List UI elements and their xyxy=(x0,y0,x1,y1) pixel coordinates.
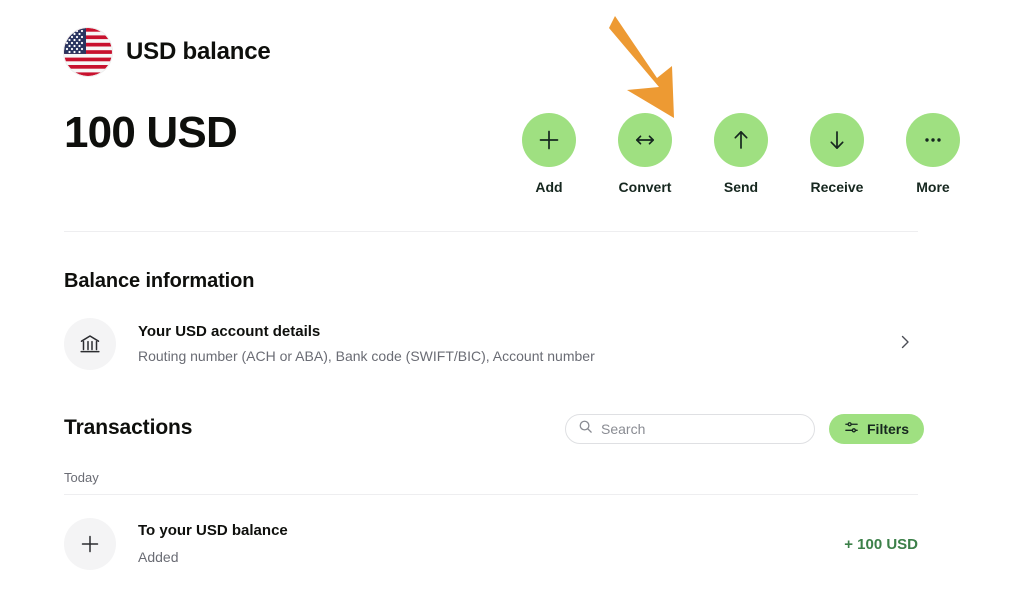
left-right-arrow-icon xyxy=(618,113,672,167)
sliders-icon xyxy=(844,420,859,438)
transaction-text: To your USD balance Added xyxy=(138,520,844,568)
filters-button[interactable]: Filters xyxy=(829,414,924,444)
ellipsis-icon xyxy=(906,113,960,167)
transaction-title: To your USD balance xyxy=(138,520,844,543)
action-add-label: Add xyxy=(535,179,562,195)
action-more[interactable]: More xyxy=(900,113,966,195)
action-more-label: More xyxy=(916,179,949,195)
action-receive[interactable]: Receive xyxy=(804,113,870,195)
search-box[interactable] xyxy=(565,414,815,444)
balance-amount: 100 USD xyxy=(64,108,237,159)
transaction-amount: + 100 USD xyxy=(844,536,918,553)
action-buttons: Add Convert Send xyxy=(516,113,966,195)
plus-icon xyxy=(522,113,576,167)
transaction-day-label: Today xyxy=(64,470,99,485)
usd-balance-page: USD balance 100 USD Add Convert xyxy=(0,0,1024,607)
table-row[interactable]: To your USD balance Added + 100 USD xyxy=(64,518,918,570)
arrow-up-icon xyxy=(714,113,768,167)
action-send[interactable]: Send xyxy=(708,113,774,195)
search-input[interactable] xyxy=(601,421,802,437)
plus-icon xyxy=(64,518,116,570)
divider-transactions xyxy=(64,494,918,495)
account-details-text: Your USD account details Routing number … xyxy=(138,321,896,368)
transactions-title: Transactions xyxy=(64,416,192,440)
account-details-subtitle: Routing number (ACH or ABA), Bank code (… xyxy=(138,345,896,367)
action-convert-label: Convert xyxy=(619,179,672,195)
page-header: USD balance xyxy=(64,28,271,76)
action-receive-label: Receive xyxy=(811,179,864,195)
account-details-title: Your USD account details xyxy=(138,321,896,344)
arrow-down-icon xyxy=(810,113,864,167)
action-convert[interactable]: Convert xyxy=(612,113,678,195)
us-flag-icon xyxy=(64,28,112,76)
bank-icon xyxy=(64,318,116,370)
account-details-row[interactable]: Your USD account details Routing number … xyxy=(64,318,918,370)
balance-information-title: Balance information xyxy=(64,270,254,293)
filters-button-label: Filters xyxy=(867,421,909,437)
divider-top xyxy=(64,231,918,232)
transaction-subtitle: Added xyxy=(138,546,844,568)
page-title: USD balance xyxy=(126,38,271,66)
chevron-right-icon[interactable] xyxy=(896,333,914,356)
action-add[interactable]: Add xyxy=(516,113,582,195)
annotation-arrow-icon xyxy=(596,8,706,125)
action-send-label: Send xyxy=(724,179,758,195)
search-icon xyxy=(578,419,601,439)
